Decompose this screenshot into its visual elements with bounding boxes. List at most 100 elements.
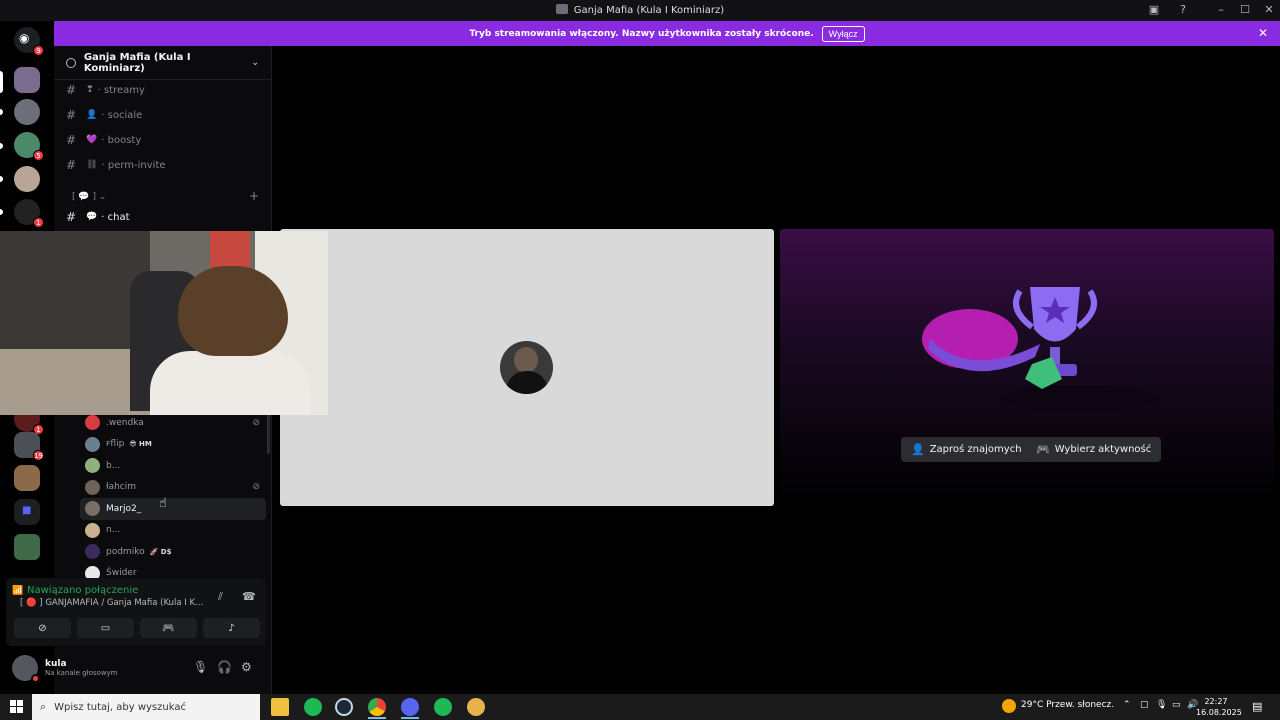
channel-sociale[interactable]: # 👤 · sociale bbox=[66, 105, 142, 125]
gamepad-icon: 🎮 bbox=[162, 622, 175, 634]
participant-tile[interactable] bbox=[280, 229, 774, 506]
microphone-icon[interactable]: 🎙 bbox=[193, 660, 208, 674]
invite-friends-button[interactable]: 👤 Zaproś znajomych bbox=[901, 437, 1032, 462]
gamepad-icon: 🎮 bbox=[1036, 443, 1050, 456]
banner-text: Tryb streamowania włączony. Nazwy użytko… bbox=[469, 28, 814, 39]
windows-start-icon[interactable] bbox=[10, 700, 23, 713]
camera-off-button[interactable]: ⊘ bbox=[14, 618, 71, 638]
voice-user[interactable]: b... bbox=[80, 455, 266, 477]
choose-activity-button[interactable]: 🎮 Wybierz aktywność bbox=[1026, 437, 1162, 462]
scrollbar[interactable] bbox=[267, 412, 270, 454]
voice-user-name: ꜰflip bbox=[106, 439, 125, 450]
gear-icon[interactable]: ⚙ bbox=[241, 660, 252, 674]
noise-suppression-icon[interactable]: ⫽ bbox=[218, 590, 223, 604]
minimize-button[interactable]: – bbox=[1214, 3, 1228, 16]
system-clock[interactable]: 22:27 16.08.2025 bbox=[1196, 696, 1242, 718]
discord-home-icon[interactable]: ◉ 9 bbox=[14, 27, 44, 56]
disable-streamer-mode-button[interactable]: Wyłącz bbox=[821, 25, 865, 42]
webcam-person-head bbox=[178, 266, 288, 356]
folder-icon[interactable]: ■ bbox=[14, 499, 40, 525]
chrome-icon[interactable] bbox=[368, 698, 386, 716]
voice-user[interactable]: .wendka ⊘ bbox=[80, 412, 266, 434]
unread-indicator bbox=[0, 209, 3, 215]
server-header[interactable]: Ganja Mafia (Kula I Kominiarz) ⌄ bbox=[54, 46, 271, 80]
microphone-icon[interactable]: 🎙 bbox=[1156, 700, 1167, 710]
notification-badge: 9 bbox=[33, 45, 44, 56]
server-icon[interactable]: 1 bbox=[14, 199, 44, 228]
voice-user-name: n... bbox=[106, 525, 121, 536]
voice-user-name: łahcim bbox=[106, 482, 136, 493]
avatar-shirt bbox=[506, 371, 548, 394]
avatar bbox=[85, 544, 100, 560]
user-info[interactable]: kula Na kanale głosowym bbox=[45, 659, 118, 677]
spotify-icon[interactable] bbox=[434, 698, 452, 716]
taskbar-search[interactable]: ⌕ Wpisz tutaj, aby wyszukać bbox=[32, 694, 260, 720]
voice-user-list: .wendka ⊘ ꜰflip 😎 HM b... łahcim ⊘ Marjo2_ … bbox=[80, 412, 266, 584]
channel-boosty[interactable]: # 💜 · boosty bbox=[66, 130, 141, 150]
avatar bbox=[85, 436, 100, 452]
channel-streamy[interactable]: # ❣ · streamy bbox=[66, 80, 145, 100]
voice-user[interactable]: ꜰflip 😎 HM bbox=[80, 434, 266, 456]
server-icon[interactable] bbox=[14, 465, 40, 491]
voice-user[interactable]: podmiko 🚀 D$ bbox=[80, 541, 266, 563]
soundboard-button[interactable]: ♪ bbox=[203, 618, 260, 638]
close-icon[interactable]: ✕ bbox=[1258, 26, 1268, 40]
voice-user[interactable]: Marjo2_ bbox=[80, 498, 266, 520]
help-icon[interactable]: ? bbox=[1176, 3, 1190, 16]
voice-user[interactable]: łahcim ⊘ bbox=[80, 477, 266, 499]
spotify-icon[interactable] bbox=[304, 698, 322, 716]
connection-status[interactable]: Nawiązano połączenie bbox=[27, 585, 138, 596]
chevron-up-icon[interactable]: ⌃ bbox=[1123, 700, 1131, 710]
clock-time: 22:27 bbox=[1204, 697, 1228, 706]
category-label: [ 💬 ] bbox=[72, 192, 96, 202]
server-icon[interactable]: 5 bbox=[14, 132, 44, 161]
channel-label: · chat bbox=[101, 211, 130, 223]
voice-user[interactable]: n... bbox=[80, 520, 266, 542]
server-icon[interactable] bbox=[14, 99, 40, 125]
unread-indicator bbox=[0, 143, 3, 149]
notification-icon[interactable]: ▤ bbox=[1252, 700, 1262, 713]
channel-category[interactable]: [ 💬 ] ⌄ bbox=[72, 192, 106, 202]
chevron-down-icon[interactable]: ⌄ bbox=[251, 58, 259, 68]
server-icon[interactable]: 19 bbox=[14, 432, 44, 461]
voice-user-name: Świder bbox=[106, 568, 137, 579]
voice-channel-name[interactable]: [ 🔴 ] GANJAMAFIA / Ganja Mafia (Kula I K… bbox=[20, 598, 203, 608]
soundboard-icon: ♪ bbox=[228, 622, 235, 634]
close-window-button[interactable]: ✕ bbox=[1262, 3, 1276, 16]
server-icon[interactable] bbox=[14, 534, 40, 560]
start-tile bbox=[10, 707, 16, 713]
channel-chat[interactable]: # 💬 · chat bbox=[66, 207, 130, 227]
unread-indicator bbox=[0, 109, 3, 115]
screen-share-icon: ▭ bbox=[100, 622, 111, 634]
inbox-icon[interactable]: ▣ bbox=[1147, 3, 1161, 16]
network-icon[interactable]: ▭ bbox=[1172, 700, 1181, 710]
headphones-icon[interactable]: 🎧 bbox=[217, 660, 232, 674]
avatar[interactable] bbox=[12, 655, 40, 683]
channel-emoji: ⛓ bbox=[86, 160, 98, 170]
steam-icon[interactable] bbox=[335, 698, 353, 716]
file-explorer-icon[interactable] bbox=[271, 698, 289, 716]
user-tag: 😎 HM bbox=[129, 440, 152, 449]
tray-app-icon[interactable]: ▢ bbox=[1140, 700, 1149, 710]
activity-button[interactable]: 🎮 bbox=[140, 618, 197, 638]
maximize-button[interactable]: ☐ bbox=[1238, 3, 1252, 16]
unread-indicator bbox=[0, 176, 3, 182]
disconnect-icon[interactable]: ☎ bbox=[242, 590, 256, 603]
app-icon[interactable] bbox=[467, 698, 485, 716]
channel-perm-invite[interactable]: # ⛓ · perm-invite bbox=[66, 155, 166, 175]
server-icon bbox=[555, 4, 568, 14]
hash-icon: # bbox=[66, 133, 77, 147]
channel-label: · boosty bbox=[101, 134, 142, 146]
discord-icon[interactable] bbox=[401, 698, 419, 716]
webcam-wall bbox=[0, 231, 150, 351]
add-channel-icon[interactable]: + bbox=[249, 189, 259, 203]
server-icon[interactable] bbox=[14, 166, 40, 192]
channel-emoji: 💜 bbox=[86, 135, 98, 145]
server-icon-ganja-mafia[interactable] bbox=[14, 67, 40, 93]
voice-stage: 👤 Zaproś znajomych 🎮 Wybierz aktywność bbox=[273, 46, 1280, 694]
weather-text[interactable]: 29°C Przew. słonecz. bbox=[1021, 700, 1114, 710]
username: kula bbox=[45, 659, 67, 669]
weather-icon[interactable] bbox=[1002, 699, 1016, 713]
screen-share-button[interactable]: ▭ bbox=[77, 618, 134, 638]
user-status: Na kanale głosowym bbox=[45, 669, 118, 677]
